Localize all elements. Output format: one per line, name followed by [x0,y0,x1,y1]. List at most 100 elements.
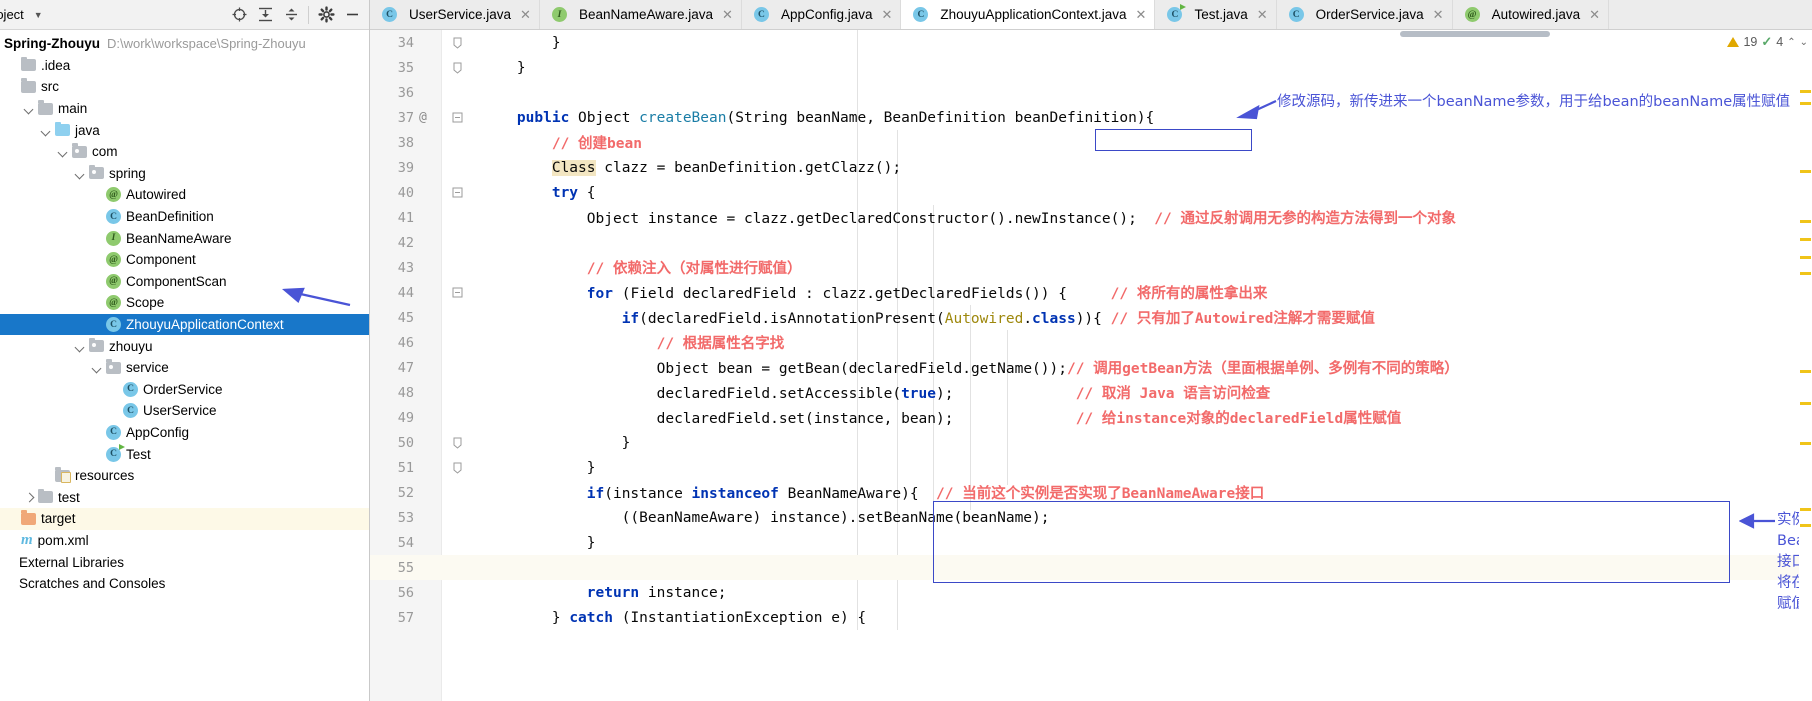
close-icon[interactable]: ✕ [1589,7,1600,23]
editor-tab-test-java[interactable]: C Test.java ✕ [1155,0,1277,29]
marker-warning[interactable] [1800,524,1811,527]
chevron-down-icon[interactable] [92,362,103,373]
inspection-status-widget[interactable]: 19 ✓ 4 ⌃ ⌄ [1727,34,1808,50]
tree-row-com[interactable]: com [0,141,369,163]
collapse-all-icon[interactable] [278,2,304,28]
code-line-43[interactable]: 43 // 依赖注入（对属性进行赋值） [370,255,1812,280]
tree-row-main[interactable]: main [0,98,369,120]
tree-row-target[interactable]: target [0,508,369,530]
editor-marker-bar[interactable] [1799,60,1812,701]
code-line-39[interactable]: 39 Class clazz = beanDefinition.getClazz… [370,155,1812,180]
chevron-down-icon[interactable] [24,103,35,114]
marker-warning[interactable] [1800,238,1811,241]
tree-row-appconfig[interactable]: C AppConfig [0,422,369,444]
marker-warning[interactable] [1800,370,1811,373]
close-icon[interactable]: ✕ [1136,7,1147,23]
code-editor[interactable]: 34 } 35 } 36 37 @ public Object createBean(S… [370,30,1812,701]
editor-tab-bar[interactable]: C UserService.java ✕ I BeanNameAware.java ✕ C A… [370,0,1812,30]
tree-row-service[interactable]: service [0,357,369,379]
chevron-up-icon[interactable]: ⌃ [1787,37,1795,48]
editor-tab-orderservice-java[interactable]: C OrderService.java ✕ [1276,0,1453,29]
tree-row-scratches-and-consoles[interactable]: Scratches and Consoles [0,573,369,595]
tree-row-component[interactable]: @ Component [0,249,369,271]
chevron-down-icon[interactable] [58,146,69,157]
code-line-49[interactable]: 49 declaredField.set(instance, bean); //… [370,405,1812,430]
code-line-54[interactable]: 54 } [370,530,1812,555]
tree-row-test[interactable]: test [0,486,369,508]
code-line-48[interactable]: 48 declaredField.setAccessible(true); //… [370,380,1812,405]
tree-row--idea[interactable]: .idea [0,55,369,77]
fold-start-icon[interactable] [452,287,463,298]
code-line-56[interactable]: 56 return instance; [370,580,1812,605]
tree-row-beandefinition[interactable]: C BeanDefinition [0,206,369,228]
settings-gear-icon[interactable] [313,2,339,28]
code-line-34[interactable]: 34 } [370,30,1812,55]
close-icon[interactable]: ✕ [722,7,733,23]
tree-row-orderservice[interactable]: C OrderService [0,379,369,401]
annotation-gutter-icon[interactable]: @ [419,110,427,125]
code-line-52[interactable]: 52 if(instance instanceof BeanNameAware)… [370,480,1812,505]
fold-end-icon[interactable] [452,37,463,49]
marker-warning[interactable] [1800,402,1811,405]
marker-warning[interactable] [1800,170,1811,173]
code-line-47[interactable]: 47 Object bean = getBean(declaredField.g… [370,355,1812,380]
close-icon[interactable]: ✕ [1257,7,1268,23]
code-line-41[interactable]: 41 Object instance = clazz.getDeclaredCo… [370,205,1812,230]
code-line-35[interactable]: 35 } [370,55,1812,80]
fold-end-icon[interactable] [452,437,463,449]
code-line-57[interactable]: 57 } catch (InstantiationException e) { [370,605,1812,630]
editor-tab-autowired-java[interactable]: @ Autowired.java ✕ [1452,0,1610,29]
tree-row-external-libraries[interactable]: External Libraries [0,551,369,573]
tree-row-autowired[interactable]: @ Autowired [0,184,369,206]
tree-row-zhouyuapplicationcontext[interactable]: C ZhouyuApplicationContext [0,313,369,336]
code-line-51[interactable]: 51 } [370,455,1812,480]
editor-tab-appconfig-java[interactable]: C AppConfig.java ✕ [741,0,902,29]
editor-tab-beannameaware-java[interactable]: I BeanNameAware.java ✕ [539,0,742,29]
marker-warning[interactable] [1800,442,1811,445]
code-line-45[interactable]: 45 if(declaredField.isAnnotationPresent(… [370,305,1812,330]
editor-tab-userservice-java[interactable]: C UserService.java ✕ [370,0,540,29]
fold-end-icon[interactable] [452,462,463,474]
code-line-42[interactable]: 42 [370,230,1812,255]
marker-warning[interactable] [1800,256,1811,259]
project-tree[interactable]: Spring-Zhouyu D:\work\workspace\Spring-Z… [0,30,369,594]
hide-panel-icon[interactable] [339,2,365,28]
marker-warning[interactable] [1800,90,1811,93]
locate-icon[interactable] [226,2,252,28]
expand-all-icon[interactable] [252,2,278,28]
fold-end-icon[interactable] [452,62,463,74]
horizontal-scrollbar-thumb[interactable] [1400,31,1550,37]
tree-row-test[interactable]: C Test [0,443,369,465]
chevron-down-icon[interactable] [75,341,86,352]
code-line-50[interactable]: 50 } [370,430,1812,455]
tree-row-beannameaware[interactable]: I BeanNameAware [0,227,369,249]
chevron-down-icon[interactable] [75,168,86,179]
tree-row-spring[interactable]: spring [0,163,369,185]
chevron-down-icon[interactable] [41,125,52,136]
code-line-40[interactable]: 40 try { [370,180,1812,205]
marker-warning[interactable] [1800,220,1811,223]
chevron-down-icon[interactable]: ▼ [34,10,43,20]
marker-warning[interactable] [1800,508,1811,511]
tree-row-zhouyu[interactable]: zhouyu [0,335,369,357]
fold-start-icon[interactable] [452,187,463,198]
tree-row-resources[interactable]: resources [0,465,369,487]
tree-row-userservice[interactable]: C UserService [0,400,369,422]
chevron-down-icon[interactable]: ⌄ [1800,37,1808,48]
close-icon[interactable]: ✕ [1433,7,1444,23]
editor-tab-zhouyuapplicationcontext-java[interactable]: C ZhouyuApplicationContext.java ✕ [901,0,1156,29]
code-line-38[interactable]: 38 // 创建bean [370,130,1812,155]
tree-row-src[interactable]: src [0,76,369,98]
chevron-right-icon[interactable] [24,492,35,503]
tree-row-pom-xml[interactable]: m pom.xml [0,530,369,552]
code-line-44[interactable]: 44 for (Field declaredField : clazz.getD… [370,280,1812,305]
fold-start-icon[interactable] [452,112,463,123]
marker-warning[interactable] [1800,272,1811,275]
close-icon[interactable]: ✕ [520,7,531,23]
code-line-53[interactable]: 53 ((BeanNameAware) instance).setBeanNam… [370,505,1812,530]
marker-warning[interactable] [1800,102,1811,105]
code-line-46[interactable]: 46 // 根据属性名字找 [370,330,1812,355]
tree-row-java[interactable]: java [0,119,369,141]
tree-row-root[interactable]: Spring-Zhouyu D:\work\workspace\Spring-Z… [0,33,369,55]
close-icon[interactable]: ✕ [882,7,893,23]
